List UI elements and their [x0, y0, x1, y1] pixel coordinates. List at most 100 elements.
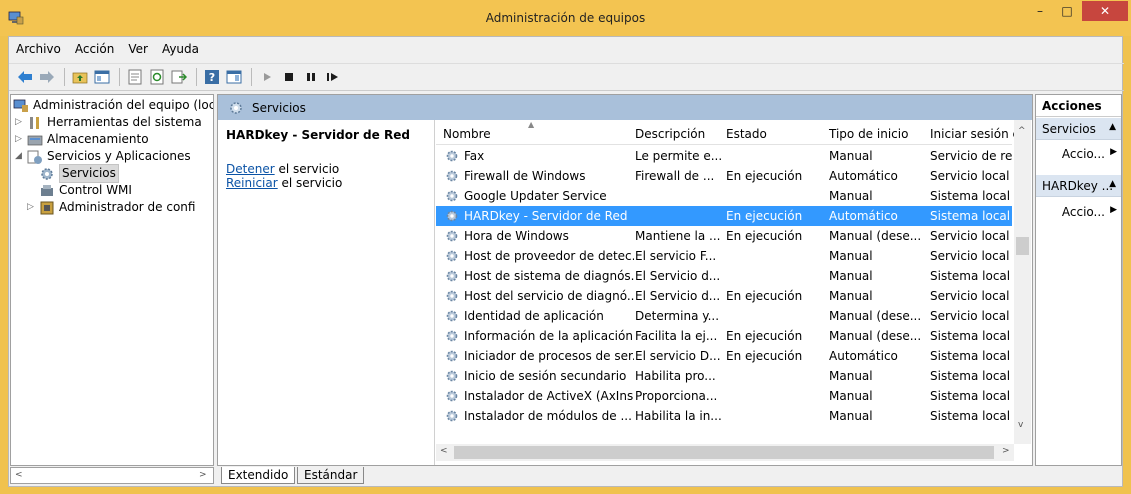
table-row[interactable]: Instalador de ActiveX (AxIns... Proporcio…: [436, 386, 1012, 406]
table-row[interactable]: Hora de Windows Mantiene la ... En ejecuci…: [436, 226, 1012, 246]
menu-accion[interactable]: Acción: [68, 39, 121, 59]
service-logon-as: Sistema local: [930, 369, 1011, 383]
scroll-left-icon[interactable]: <: [440, 446, 448, 456]
forward-button[interactable]: [37, 67, 57, 87]
restart-service-link[interactable]: Reiniciar: [226, 176, 278, 190]
actions-section-label: HARDkey ...: [1042, 179, 1114, 193]
service-description: Determina y...: [635, 309, 720, 323]
back-button[interactable]: [15, 67, 35, 87]
scroll-right-icon[interactable]: >: [199, 470, 207, 480]
table-row[interactable]: Inicio de sesión secundario Habilita pro.…: [436, 366, 1012, 386]
menu-ver[interactable]: Ver: [121, 39, 155, 59]
start-service-button[interactable]: [257, 67, 277, 87]
export-icon: [171, 70, 187, 84]
play-icon: [264, 73, 271, 81]
table-row[interactable]: Host de sistema de diagnós... El Servicio…: [436, 266, 1012, 286]
show-action-pane-button[interactable]: [224, 67, 244, 87]
table-row[interactable]: Fax Le permite e... Manual Servicio de red: [436, 146, 1012, 166]
table-row[interactable]: Google Updater Service Manual Sistema loca…: [436, 186, 1012, 206]
list-horizontal-scrollbar[interactable]: < >: [436, 444, 1014, 461]
service-name: Host de sistema de diagnós...: [464, 269, 634, 283]
column-header-descripcion[interactable]: Descripción: [635, 127, 705, 141]
properties-button[interactable]: [125, 67, 145, 87]
horizontal-scroll-thumb[interactable]: [454, 446, 994, 459]
actions-item-more-2[interactable]: Accio... ▶: [1036, 202, 1121, 222]
menu-archivo[interactable]: Archivo: [9, 39, 68, 59]
actions-item-more-1[interactable]: Accio... ▶: [1036, 144, 1121, 164]
show-hide-tree-button[interactable]: [92, 67, 112, 87]
tree-item-administrador-config[interactable]: ▷ Administrador de confi: [27, 199, 195, 216]
scroll-up-icon[interactable]: ^: [1018, 126, 1026, 136]
pause-service-button[interactable]: [301, 67, 321, 87]
export-list-button[interactable]: [169, 67, 189, 87]
table-row[interactable]: Identidad de aplicación Determina y... Man…: [436, 306, 1012, 326]
services-apps-icon: [27, 150, 42, 164]
sort-ascending-icon: ▲: [528, 120, 535, 129]
service-description: El Servicio d...: [635, 269, 721, 283]
tree-root[interactable]: Administración del equipo (loc: [13, 97, 214, 114]
service-gear-icon: [446, 230, 458, 242]
tree-item-servicios-aplicaciones[interactable]: ◢ Servicios y Aplicaciones: [15, 148, 191, 165]
tree-item-label: Servicios: [59, 164, 119, 183]
list-vertical-scrollbar[interactable]: ^ v: [1014, 120, 1031, 444]
service-logon-as: Sistema local: [930, 349, 1011, 363]
actions-pane: Acciones Servicios ▲ Accio... ▶ HARDkey …: [1035, 94, 1122, 466]
tab-estandar[interactable]: Estándar: [297, 467, 365, 484]
title-bar[interactable]: Administración de equipos – □ ✕: [0, 0, 1131, 36]
stop-service-button[interactable]: [279, 67, 299, 87]
table-row[interactable]: Firewall de Windows Firewall de ... En eje…: [436, 166, 1012, 186]
service-logon-as: Servicio local: [930, 309, 1010, 323]
help-button[interactable]: ?: [202, 67, 222, 87]
tree-item-label: Herramientas del sistema: [47, 115, 202, 129]
table-row[interactable]: Instalador de módulos de ... Habilita la …: [436, 406, 1012, 426]
actions-section-label: Servicios: [1042, 122, 1096, 136]
restart-service-button[interactable]: [323, 67, 343, 87]
toolbar-separator: [119, 68, 120, 86]
service-gear-icon: [446, 390, 458, 402]
tree-root-label: Administración del equipo (loc: [33, 98, 214, 112]
table-row[interactable]: Información de la aplicación Facilita la …: [436, 326, 1012, 346]
refresh-button[interactable]: [147, 67, 167, 87]
action-pane-icon: [226, 70, 242, 84]
minimize-button[interactable]: –: [1026, 1, 1054, 21]
tab-extendido[interactable]: Extendido: [221, 467, 296, 484]
tree-item-control-wmi[interactable]: Control WMI: [39, 182, 132, 199]
tree-horizontal-scrollbar[interactable]: < >: [10, 467, 214, 484]
expand-icon[interactable]: ▷: [27, 199, 37, 216]
vertical-scroll-thumb[interactable]: [1016, 237, 1029, 255]
collapse-up-icon[interactable]: ▲: [1109, 179, 1116, 189]
maximize-button[interactable]: □: [1053, 1, 1081, 21]
tree-item-almacenamiento[interactable]: ▷ Almacenamiento: [15, 131, 149, 148]
restart-service-line: Reiniciar el servicio: [226, 176, 426, 190]
toolbar: ?: [9, 63, 1124, 91]
column-header-iniciar-sesion[interactable]: Iniciar sesión c: [930, 127, 1019, 141]
column-header-estado[interactable]: Estado: [726, 127, 767, 141]
refresh-icon: [150, 69, 164, 85]
close-button[interactable]: ✕: [1082, 1, 1128, 21]
table-row[interactable]: Host de proveedor de detec... El servicio…: [436, 246, 1012, 266]
menu-ayuda[interactable]: Ayuda: [155, 39, 206, 59]
collapse-up-icon[interactable]: ▲: [1109, 122, 1116, 132]
stop-service-link[interactable]: Detener: [226, 162, 275, 176]
tree-item-servicios[interactable]: Servicios: [39, 164, 119, 183]
expand-icon[interactable]: ▷: [15, 131, 25, 148]
actions-section-servicios[interactable]: Servicios ▲: [1036, 118, 1121, 140]
actions-section-hardkey[interactable]: HARDkey ... ▲: [1036, 175, 1121, 197]
service-logon-as: Servicio local: [930, 289, 1010, 303]
scroll-left-icon[interactable]: <: [15, 470, 23, 480]
stop-service-line: Detener el servicio: [226, 162, 426, 176]
expand-icon[interactable]: ▷: [15, 114, 25, 131]
wmi-icon: [41, 184, 53, 196]
column-header-nombre[interactable]: Nombre: [443, 127, 491, 141]
pause-icon: [307, 73, 315, 81]
table-row[interactable]: Iniciador de procesos de ser... El servic…: [436, 346, 1012, 366]
service-gear-icon: [446, 410, 458, 422]
table-row-selected[interactable]: HARDkey - Servidor de Red En ejecución Aut…: [436, 206, 1012, 226]
scroll-down-icon[interactable]: v: [1018, 420, 1023, 430]
up-folder-button[interactable]: [70, 67, 90, 87]
tree-item-herramientas[interactable]: ▷ Herramientas del sistema: [15, 114, 202, 131]
collapse-icon[interactable]: ◢: [15, 148, 25, 165]
column-header-tipo-inicio[interactable]: Tipo de inicio: [829, 127, 908, 141]
table-row[interactable]: Host del servicio de diagnó... El Servici…: [436, 286, 1012, 306]
scroll-right-icon[interactable]: >: [1002, 446, 1010, 456]
